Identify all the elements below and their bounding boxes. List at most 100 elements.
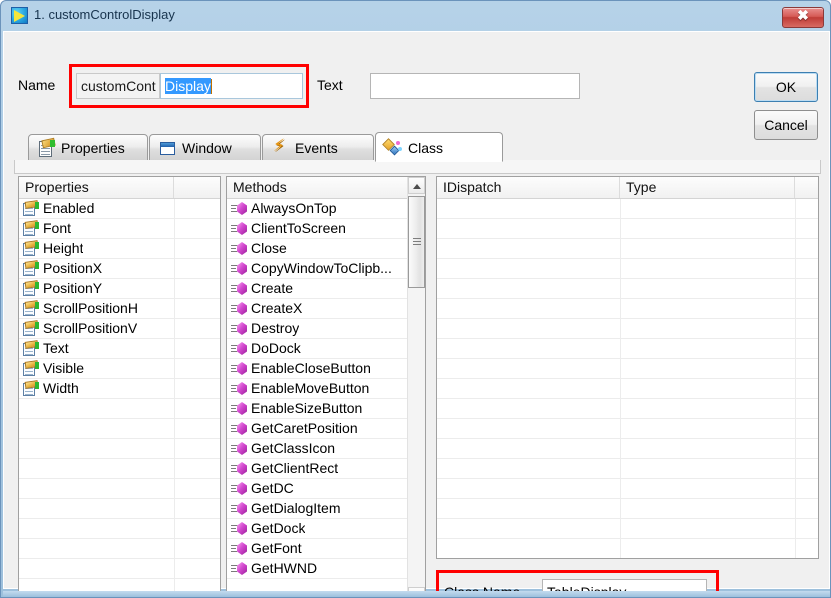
property-icon (22, 380, 39, 397)
property-icon (22, 280, 39, 297)
list-item[interactable] (19, 479, 220, 499)
properties-column-header: Properties (19, 177, 174, 198)
list-item[interactable]: Destroy (227, 319, 425, 339)
scrollbar-thumb[interactable] (408, 196, 425, 288)
list-item[interactable]: ScrollPositionV (19, 319, 220, 339)
list-item[interactable]: ScrollPositionH (19, 299, 220, 319)
list-item[interactable]: GetCaretPosition (227, 419, 425, 439)
idispatch-table-panel[interactable]: IDispatch Type (436, 176, 819, 559)
list-item[interactable]: EnableSizeButton (227, 399, 425, 419)
table-row[interactable] (437, 199, 818, 219)
table-row[interactable] (437, 279, 818, 299)
text-label: Text (317, 77, 343, 93)
chevron-up-icon (412, 183, 421, 189)
idispatch-column-header-3 (795, 177, 818, 198)
table-row[interactable] (437, 419, 818, 439)
class-icon (382, 138, 402, 157)
list-item-label: CopyWindowToClipb... (251, 260, 392, 276)
list-item[interactable] (19, 439, 220, 459)
list-item[interactable]: Close (227, 239, 425, 259)
tab-properties[interactable]: Properties (28, 134, 148, 162)
table-row[interactable] (437, 499, 818, 519)
list-item[interactable]: Height (19, 239, 220, 259)
list-item[interactable]: Width (19, 379, 220, 399)
list-item[interactable]: CopyWindowToClipb... (227, 259, 425, 279)
table-row[interactable] (437, 539, 818, 558)
name-suffix-input[interactable]: Display (160, 73, 303, 99)
tab-window-label: Window (182, 140, 232, 156)
method-icon (231, 442, 247, 456)
idispatch-table-body (437, 199, 818, 558)
list-item[interactable] (19, 559, 220, 579)
properties-list-body: Enabled Font Height PositionX PositionY Scrol… (19, 199, 220, 597)
list-item-label: Create (251, 280, 294, 296)
tab-class-label: Class (408, 140, 444, 156)
list-item[interactable]: GetClientRect (227, 459, 425, 479)
list-item[interactable]: Create (227, 279, 425, 299)
list-item[interactable]: GetDock (227, 519, 425, 539)
list-item[interactable]: Visible (19, 359, 220, 379)
list-item[interactable]: CreateX (227, 299, 425, 319)
list-item[interactable]: AlwaysOnTop (227, 199, 425, 219)
list-item[interactable]: DoDock (227, 339, 425, 359)
method-icon (231, 422, 247, 436)
list-item[interactable]: ClientToScreen (227, 219, 425, 239)
method-icon (231, 362, 247, 376)
table-row[interactable] (437, 359, 818, 379)
list-item-label: GetDC (251, 480, 294, 496)
tab-class[interactable]: Class (375, 132, 503, 162)
window-bottom-edge (3, 591, 830, 597)
list-item[interactable]: EnableCloseButton (227, 359, 425, 379)
list-item[interactable] (19, 419, 220, 439)
list-item[interactable]: GetDialogItem (227, 499, 425, 519)
scroll-up-button[interactable] (408, 177, 425, 194)
list-item[interactable]: GetFont (227, 539, 425, 559)
list-item[interactable] (19, 539, 220, 559)
methods-list-header: Methods (227, 177, 425, 199)
table-row[interactable] (437, 519, 818, 539)
method-icon (231, 462, 247, 476)
table-row[interactable] (437, 379, 818, 399)
table-row[interactable] (437, 259, 818, 279)
list-item[interactable]: EnableMoveButton (227, 379, 425, 399)
text-input[interactable] (370, 73, 580, 99)
table-row[interactable] (437, 479, 818, 499)
idispatch-column-header: IDispatch (437, 177, 620, 198)
list-item-label: PositionX (43, 260, 103, 276)
table-row[interactable] (437, 439, 818, 459)
table-row[interactable] (437, 459, 818, 479)
methods-list-panel[interactable]: Methods AlwaysOnTop ClientToScreen Close Co… (226, 176, 426, 597)
table-row[interactable] (437, 219, 818, 239)
list-item-label: GetDock (251, 520, 306, 536)
tab-window[interactable]: Window (149, 134, 261, 162)
name-prefix-input[interactable]: customCont (76, 73, 160, 99)
table-row[interactable] (437, 319, 818, 339)
list-item[interactable]: GetHWND (227, 559, 425, 579)
tab-events[interactable]: ⚡ Events (262, 134, 374, 162)
list-item[interactable]: PositionY (19, 279, 220, 299)
type-column-header: Type (620, 177, 795, 198)
list-item[interactable]: Font (19, 219, 220, 239)
list-item[interactable] (19, 499, 220, 519)
list-item-label: Width (43, 380, 79, 396)
ok-button[interactable]: OK (754, 72, 818, 102)
method-icon (231, 502, 247, 516)
methods-vertical-scrollbar[interactable] (407, 177, 425, 597)
list-item-label: Destroy (251, 320, 300, 336)
method-icon (231, 342, 247, 356)
list-item[interactable]: GetClassIcon (227, 439, 425, 459)
list-item[interactable]: GetDC (227, 479, 425, 499)
properties-column-header-2 (174, 177, 220, 198)
list-item[interactable] (19, 399, 220, 419)
table-row[interactable] (437, 339, 818, 359)
table-row[interactable] (437, 239, 818, 259)
list-item[interactable] (19, 459, 220, 479)
list-item[interactable]: Text (19, 339, 220, 359)
close-button[interactable]: ✖ (782, 7, 824, 28)
table-row[interactable] (437, 399, 818, 419)
list-item[interactable] (19, 519, 220, 539)
list-item[interactable]: PositionX (19, 259, 220, 279)
table-row[interactable] (437, 299, 818, 319)
properties-list-panel[interactable]: Properties Enabled Font Height PositionX Pos… (18, 176, 221, 597)
list-item[interactable]: Enabled (19, 199, 220, 219)
